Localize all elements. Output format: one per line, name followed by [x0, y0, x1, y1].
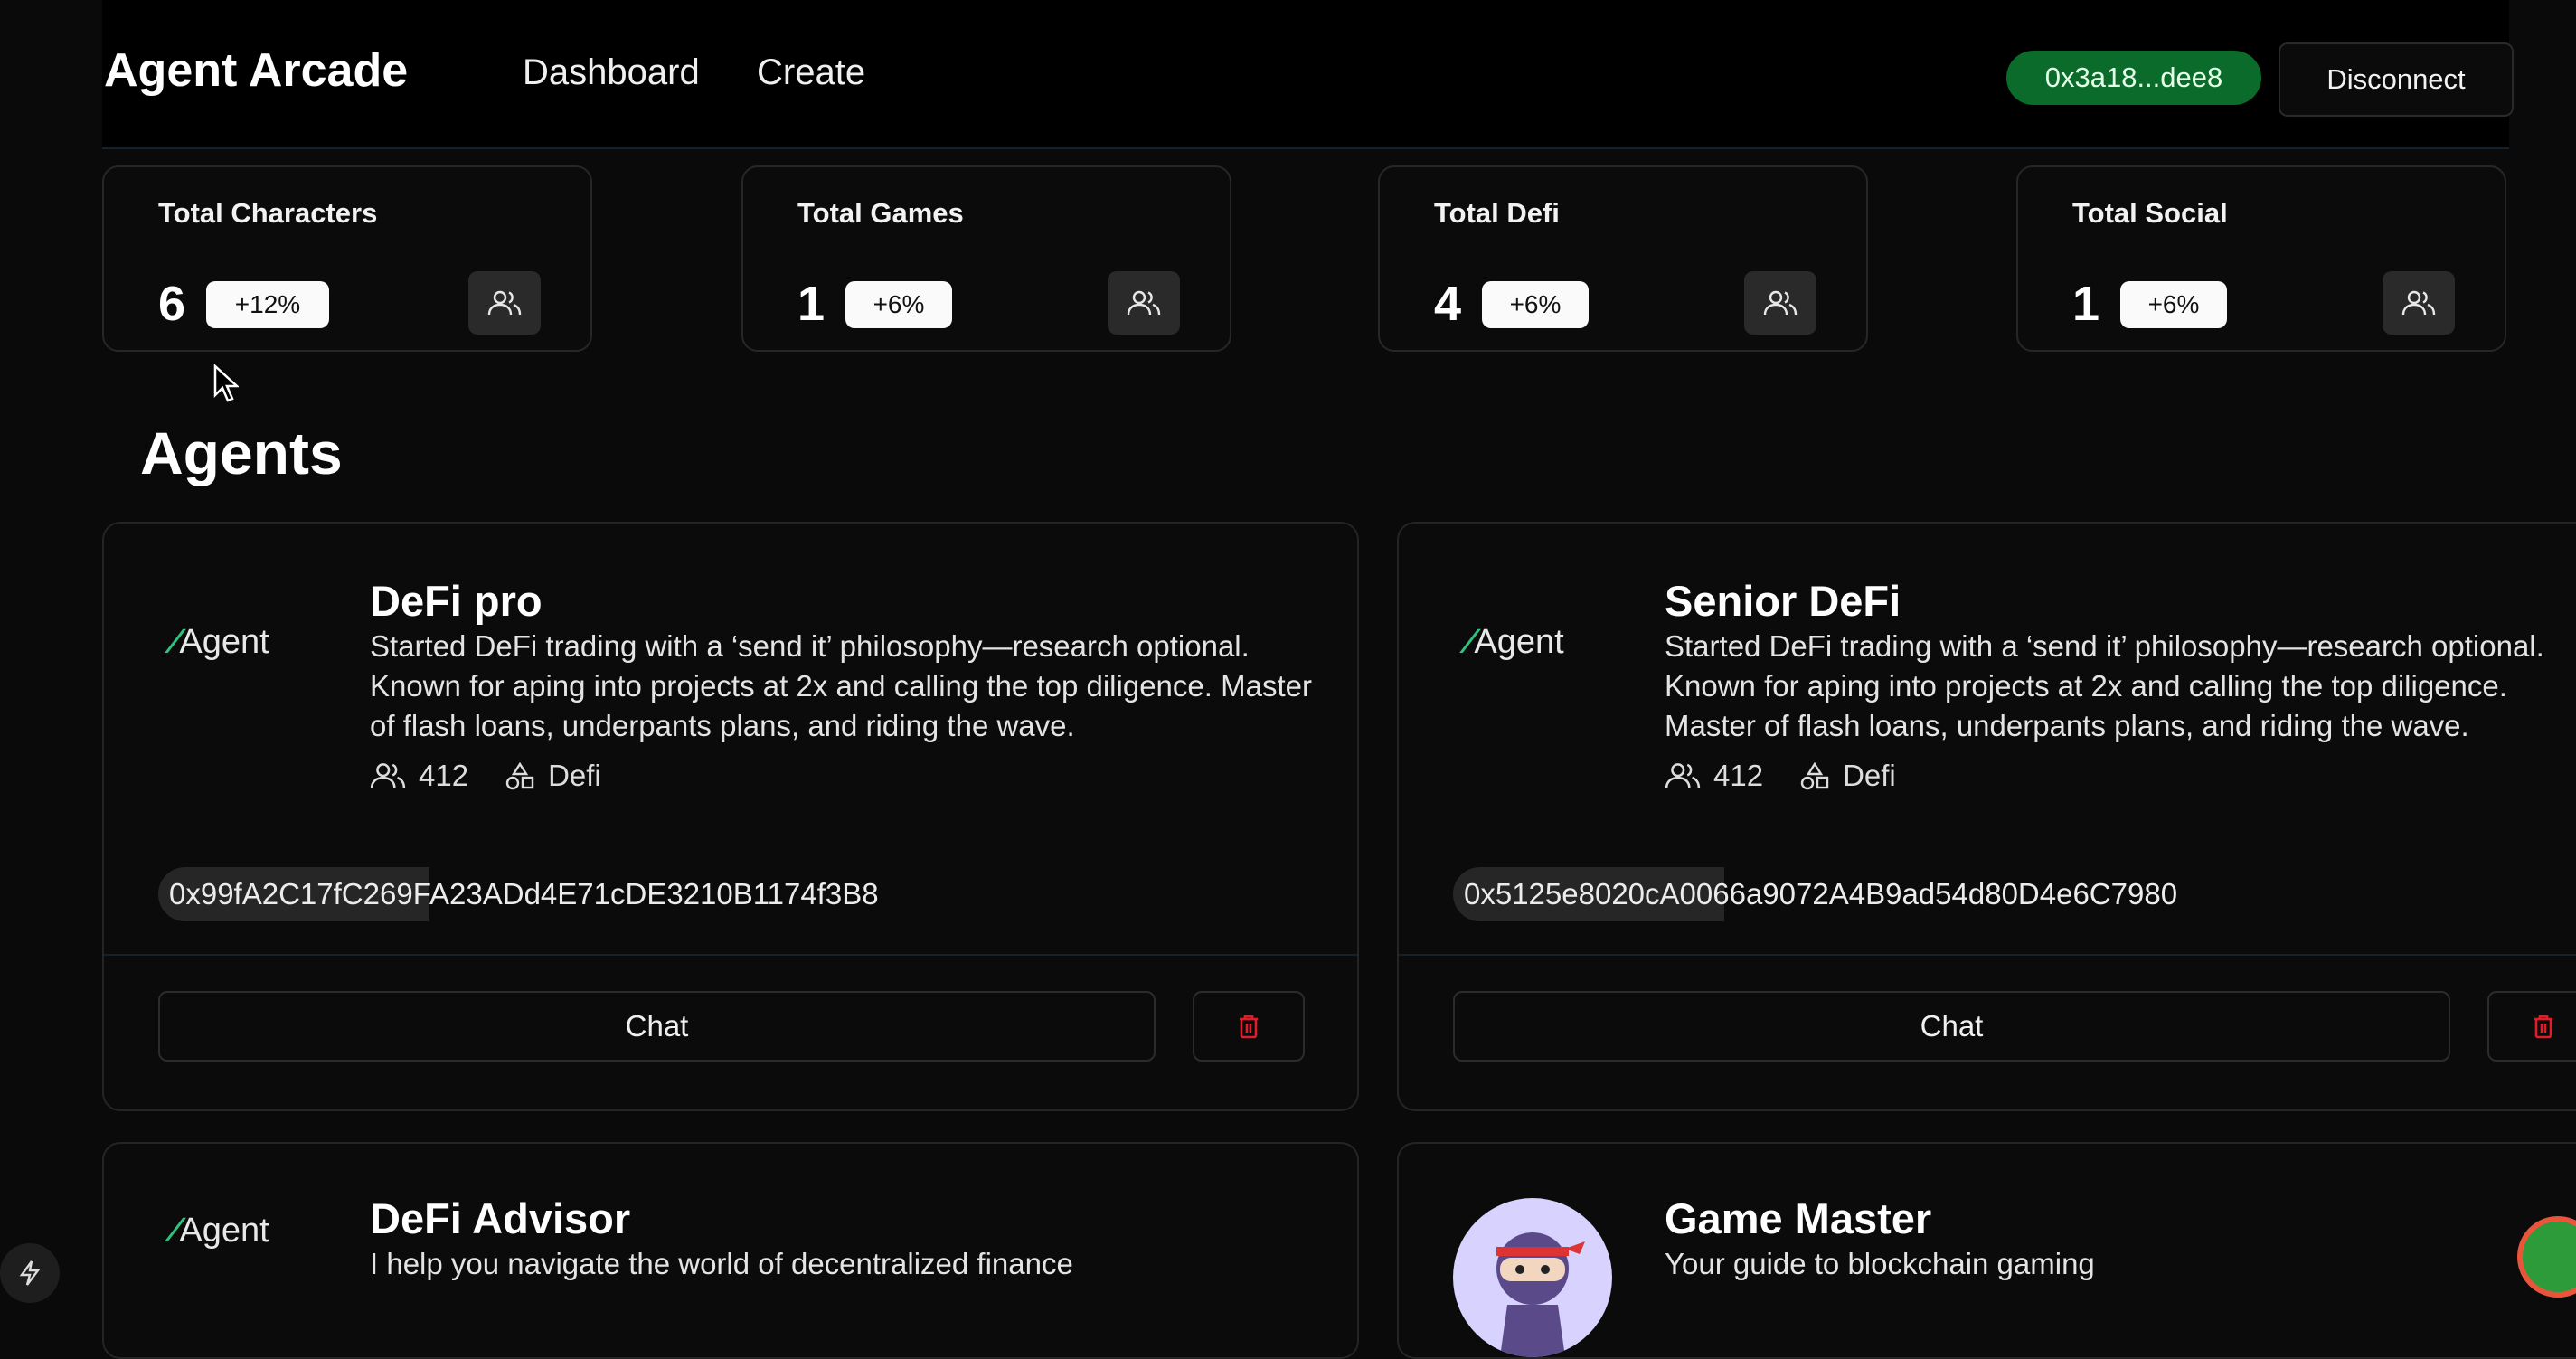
stat-value: 6: [158, 277, 186, 331]
users-icon: [2383, 271, 2455, 335]
agent-name[interactable]: DeFi Advisor: [370, 1194, 630, 1243]
stat-title: Total Defi: [1434, 197, 1560, 229]
trash-icon: [2534, 1015, 2552, 1039]
wallet-address-badge[interactable]: 0x3a18...dee8: [2006, 51, 2261, 105]
agent-logo: ⁄Agent: [1467, 623, 1564, 661]
stat-value: 1: [797, 277, 826, 331]
agent-description: I help you navigate the world of decentr…: [370, 1247, 1073, 1280]
agent-card: ⁄Agent Senior DeFi Started DeFi trading …: [1397, 522, 2576, 1111]
stat-change-badge: +12%: [206, 281, 329, 328]
lightning-icon[interactable]: [0, 1243, 60, 1303]
users-icon: [468, 271, 541, 335]
shapes-icon: [505, 761, 534, 790]
stat-card-games: Total Games 1 +6%: [741, 165, 1231, 352]
agent-card: ⁄Agent DeFi Advisor I help you navigate …: [102, 1142, 1359, 1359]
category-label: Defi: [548, 759, 601, 792]
stat-title: Total Characters: [158, 197, 378, 229]
shapes-icon: [1800, 761, 1829, 790]
top-navbar: Agent Arcade Dashboard Create 0x3a18...d…: [102, 0, 2514, 149]
agent-card: ⁄Agent DeFi pro Started DeFi trading wit…: [102, 522, 1359, 1111]
agent-meta: 412 Defi: [1665, 759, 1896, 793]
agent-card: Game Master Your guide to blockchain gam…: [1397, 1142, 2576, 1359]
follower-count: 412: [419, 759, 469, 792]
users-icon: [1665, 763, 1701, 788]
disconnect-button[interactable]: Disconnect: [2279, 42, 2514, 117]
ninja-avatar: [1453, 1198, 1612, 1357]
stat-title: Total Social: [2072, 197, 2228, 229]
agent-name[interactable]: DeFi pro: [370, 576, 543, 626]
delete-button[interactable]: [1193, 991, 1305, 1062]
nav-create[interactable]: Create: [757, 52, 865, 93]
stat-card-defi: Total Defi 4 +6%: [1378, 165, 1868, 352]
follower-count: 412: [1713, 759, 1764, 792]
chat-button[interactable]: Chat: [158, 991, 1156, 1062]
agent-description: Started DeFi trading with a ‘send it’ ph…: [1665, 629, 2544, 742]
mouse-cursor-icon: [213, 364, 239, 402]
stat-value: 4: [1434, 277, 1462, 331]
agent-name[interactable]: Game Master: [1665, 1194, 1931, 1243]
card-divider: [104, 954, 1357, 956]
agent-address[interactable]: 0x99fA2C17fC269FA23ADd4E71cDE3210B1174f3…: [158, 867, 888, 921]
agent-logo: ⁄Agent: [172, 623, 269, 661]
card-divider: [1399, 954, 2576, 956]
brand-title[interactable]: Agent Arcade: [104, 43, 408, 98]
agents-section-title: Agents: [140, 420, 343, 486]
stat-title: Total Games: [797, 197, 964, 229]
stat-change-badge: +6%: [1482, 281, 1589, 328]
nav-dashboard[interactable]: Dashboard: [523, 52, 700, 93]
trash-icon: [1240, 1015, 1258, 1039]
stat-value: 1: [2072, 277, 2100, 331]
agent-logo: ⁄Agent: [172, 1212, 269, 1250]
stat-change-badge: +6%: [845, 281, 952, 328]
agent-address[interactable]: 0x5125e8020cA0066a9072A4B9ad54d80D4e6C79…: [1453, 867, 2187, 921]
users-icon: [370, 763, 406, 788]
delete-button[interactable]: [2487, 991, 2576, 1062]
stat-card-social: Total Social 1 +6%: [2016, 165, 2506, 352]
agent-description: Your guide to blockchain gaming: [1665, 1247, 2095, 1280]
stat-change-badge: +6%: [2120, 281, 2227, 328]
stat-card-characters: Total Characters 6 +12%: [102, 165, 592, 352]
users-icon: [1108, 271, 1180, 335]
agent-meta: 412 Defi: [370, 759, 601, 793]
agent-name[interactable]: Senior DeFi: [1665, 576, 1901, 626]
category-label: Defi: [1843, 759, 1896, 792]
users-icon: [1744, 271, 1816, 335]
chat-button[interactable]: Chat: [1453, 991, 2450, 1062]
agent-description: Started DeFi trading with a ‘send it’ ph…: [370, 629, 1312, 742]
